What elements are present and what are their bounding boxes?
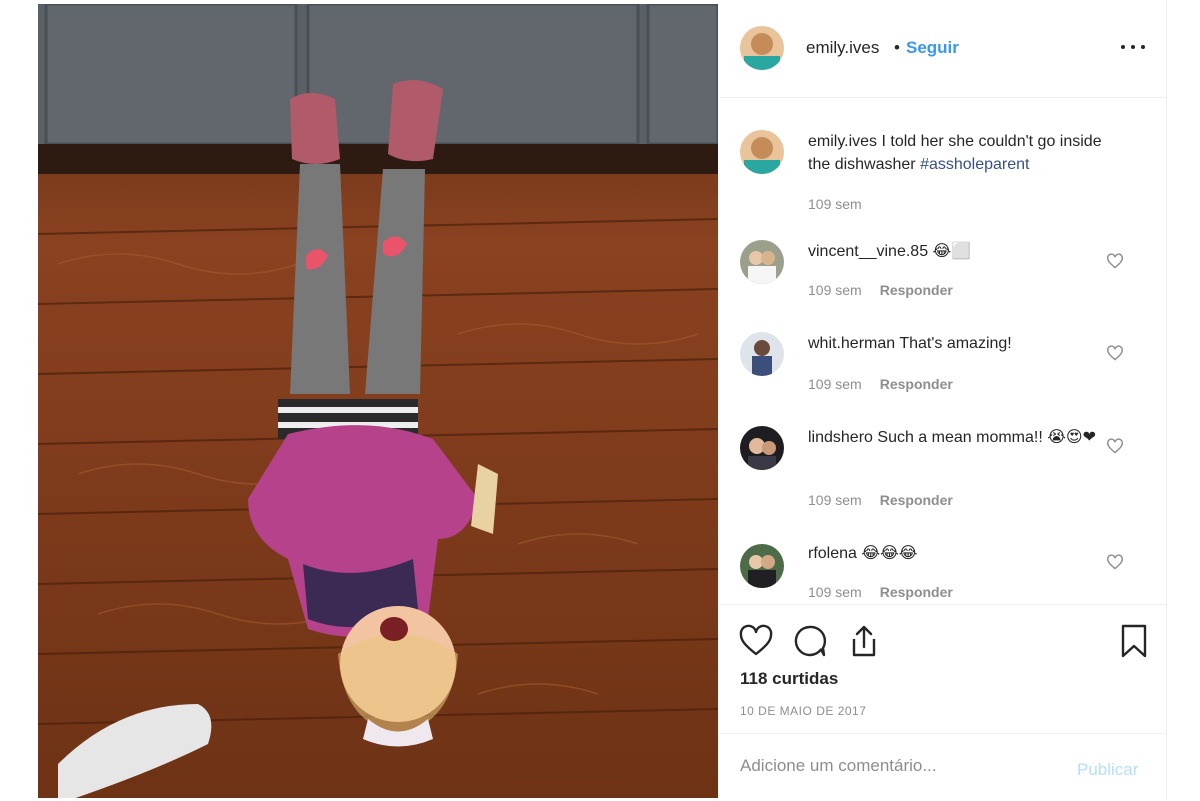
comment-meta: 109 sem Responder xyxy=(808,492,953,508)
comment-username[interactable]: lindshero xyxy=(808,429,873,446)
comment-body: Such a mean momma!! 😭😍❤ xyxy=(877,429,1097,446)
caption-username[interactable]: emily.ives xyxy=(808,133,877,150)
comment-body: 😂⬜ xyxy=(932,243,972,260)
comment-like-icon[interactable] xyxy=(1106,345,1124,361)
comment-meta: 109 sem Responder xyxy=(808,584,953,600)
caption-time[interactable]: 109 sem xyxy=(808,196,862,212)
caption-hashtag[interactable]: #assholeparent xyxy=(920,156,1029,173)
comment-body: 😂😂😂 xyxy=(861,545,918,562)
add-comment-bar: Publicar xyxy=(720,733,1166,801)
comment-time[interactable]: 109 sem xyxy=(808,282,862,298)
post-photo[interactable] xyxy=(38,4,718,798)
share-icon[interactable] xyxy=(846,623,882,659)
comment-avatar[interactable] xyxy=(740,240,784,284)
post-actions: 118 curtidas 10 DE MAIO DE 2017 xyxy=(720,604,1166,733)
post-panel: emily.ives • Seguir emily.ives I told he… xyxy=(720,0,1167,800)
comment-icon[interactable] xyxy=(792,623,828,659)
reply-button[interactable]: Responder xyxy=(880,584,953,600)
comment-text: vincent__vine.85 😂⬜ xyxy=(808,240,1118,263)
comment-text: lindshero Such a mean momma!! 😭😍❤ xyxy=(808,426,1118,449)
comment-avatar[interactable] xyxy=(740,332,784,376)
post-header: emily.ives • Seguir xyxy=(720,0,1166,98)
follow-button[interactable]: Seguir xyxy=(906,38,959,58)
publish-button[interactable]: Publicar xyxy=(1077,760,1138,780)
likes-count[interactable]: 118 curtidas xyxy=(740,669,838,689)
comment-time[interactable]: 109 sem xyxy=(808,492,862,508)
author-avatar[interactable] xyxy=(740,26,784,70)
comment-like-icon[interactable] xyxy=(1106,554,1124,570)
comment-time[interactable]: 109 sem xyxy=(808,376,862,392)
comment-username[interactable]: vincent__vine.85 xyxy=(808,243,928,260)
comment-username[interactable]: whit.herman xyxy=(808,335,895,352)
comment-body: That's amazing! xyxy=(899,335,1012,352)
separator-dot: • xyxy=(894,38,900,57)
comment-like-icon[interactable] xyxy=(1106,438,1124,454)
comment-avatar[interactable] xyxy=(740,544,784,588)
reply-button[interactable]: Responder xyxy=(880,492,953,508)
author-username[interactable]: emily.ives xyxy=(806,38,879,58)
comment-text: rfolena 😂😂😂 xyxy=(808,542,1118,565)
more-options-icon[interactable] xyxy=(1118,36,1148,56)
photo-image xyxy=(38,4,718,798)
comments-list[interactable]: emily.ives I told her she couldn't go in… xyxy=(720,98,1166,603)
heart-icon[interactable] xyxy=(738,623,774,659)
comment-meta: 109 sem Responder xyxy=(808,376,953,392)
caption-avatar[interactable] xyxy=(740,130,784,174)
caption-text: emily.ives I told her she couldn't go in… xyxy=(808,130,1118,176)
comment-text: whit.herman That's amazing! xyxy=(808,332,1118,355)
comment-username[interactable]: rfolena xyxy=(808,545,857,562)
comment-input[interactable] xyxy=(740,756,1060,776)
comment-meta: 109 sem Responder xyxy=(808,282,953,298)
post-date: 10 DE MAIO DE 2017 xyxy=(740,704,867,718)
reply-button[interactable]: Responder xyxy=(880,282,953,298)
reply-button[interactable]: Responder xyxy=(880,376,953,392)
bookmark-icon[interactable] xyxy=(1116,623,1152,659)
comment-time[interactable]: 109 sem xyxy=(808,584,862,600)
comment-avatar[interactable] xyxy=(740,426,784,470)
comment-like-icon[interactable] xyxy=(1106,253,1124,269)
